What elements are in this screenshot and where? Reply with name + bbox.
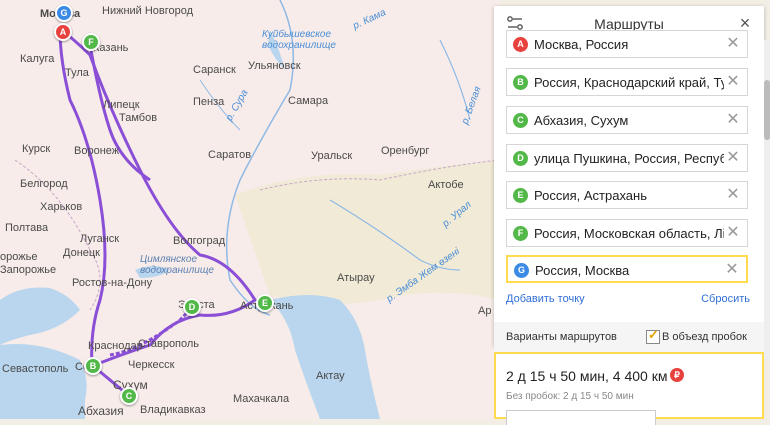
city-nn: Нижний Новгород [102,5,194,17]
river-tsimlyansk2: водохранилище [140,265,214,276]
add-point-link[interactable]: Добавить точку [506,293,585,305]
route-point-a[interactable]: A Москва, Россия ✕ [506,30,748,58]
city-samara: Самара [288,95,329,107]
route-point-f-text[interactable]: Россия, Московская область, Лі [534,226,724,241]
reset-link[interactable]: Сбросить [701,293,750,305]
city-aktau: Актау [316,370,345,382]
city-kaluga: Калуга [20,53,55,65]
route-point-b[interactable]: B Россия, Краснодарский край, Ту ✕ [506,68,748,96]
toll-ruble-icon: ₽ [670,368,684,382]
variants-label: Варианты маршрутов [506,331,617,343]
route-variants-bar: Варианты маршрутов ✓ В объезд пробок [494,322,764,352]
river-kuib: Куйбышевское [262,29,332,40]
city-sevastopol: Севастополь [2,363,69,375]
city-opor: орожье [0,251,38,263]
avoid-traffic-label[interactable]: В объезд пробок [662,331,747,343]
route-point-d-text[interactable]: улица Пушкина, Россия, Респуб [534,151,724,166]
city-belgorod: Белгород [20,178,68,190]
city-atyrau: Атырау [337,272,375,284]
route-result-card[interactable]: 2 д 15 ч 50 мин, 4 400 км ₽ Без пробок: … [494,352,764,425]
river-kuib2: водохранилище [262,40,336,51]
city-kursk: Курск [22,143,51,155]
route-point-g-text[interactable]: Россия, Москва [535,263,725,278]
panel-scrollbar-thumb[interactable] [764,80,770,140]
river-tsimlyansk: Цимлянское [140,254,198,265]
city-penza: Пенза [193,96,225,108]
city-mahachkala: Махачкала [233,393,290,405]
avoid-traffic-checkbox[interactable]: ✓ [646,327,660,344]
city-poltava: Полтава [5,222,49,234]
city-ulyanovsk: Ульяновск [248,60,301,72]
remove-point-a-icon[interactable]: ✕ [725,35,741,53]
city-rostov: Ростов-на-Дону [72,277,153,289]
route-summary: 2 д 15 ч 50 мин, 4 400 км [506,368,668,384]
map-pin-a[interactable]: A [54,23,72,41]
city-krasnodar: Краснодар [88,340,143,352]
checkmark-icon: ✓ [648,327,659,342]
point-badge-e: E [513,188,528,203]
remove-point-f-icon[interactable]: ✕ [725,224,741,242]
city-abhazia: Абхазия [78,404,124,418]
route-panel: Маршруты × A Москва, Россия ✕ B Россия, … [494,6,764,346]
city-saratov: Саратов [208,149,252,161]
point-badge-a: A [513,37,528,52]
route-point-a-text[interactable]: Москва, Россия [534,37,724,52]
point-badge-g: G [514,263,529,278]
city-donetsk: Донецк [63,247,100,259]
city-lipetsk: Липецк [103,99,140,111]
route-point-e[interactable]: E Россия, Астрахань ✕ [506,181,748,209]
remove-point-g-icon[interactable]: ✕ [724,261,740,279]
map-pin-c[interactable]: C [120,387,138,405]
remove-point-e-icon[interactable]: ✕ [725,186,741,204]
map-pin-b[interactable]: B [84,357,102,375]
route-point-g[interactable]: G Россия, Москва ✕ [506,255,748,283]
map-pin-f[interactable]: F [82,33,100,51]
route-point-c-text[interactable]: Абхазия, Сухум [534,113,724,128]
point-badge-d: D [513,151,528,166]
route-point-c[interactable]: C Абхазия, Сухум ✕ [506,106,748,134]
city-volgograd: Волгоград [173,235,226,247]
point-badge-f: F [513,226,528,241]
city-tula: Тула [65,67,89,79]
remove-point-d-icon[interactable]: ✕ [725,149,741,167]
route-point-f[interactable]: F Россия, Московская область, Лі ✕ [506,219,748,247]
city-saransk: Саранск [193,64,236,76]
point-badge-b: B [513,75,528,90]
city-aktobe: Актобе [428,179,464,191]
route-details-button[interactable] [506,410,656,425]
city-orenburg: Оренбург [381,145,430,157]
map-pin-g[interactable]: G [55,4,73,22]
route-point-b-text[interactable]: Россия, Краснодарский край, Ту [534,75,724,90]
city-ar: Ар [478,305,492,317]
point-badge-c: C [513,113,528,128]
city-lugansk: Луганск [80,233,120,245]
city-zaporozhe: Запорожье [0,264,57,276]
remove-point-b-icon[interactable]: ✕ [725,73,741,91]
route-no-traffic: Без пробок: 2 д 15 ч 50 мин [506,391,634,402]
city-cherkessk: Черкесск [128,359,175,371]
map-pin-e[interactable]: E [256,294,274,312]
route-point-e-text[interactable]: Россия, Астрахань [534,188,724,203]
city-stavropol: Ставрополь [138,338,200,350]
remove-point-c-icon[interactable]: ✕ [725,111,741,129]
city-voronezh: Воронеж [74,145,120,157]
map-pin-d[interactable]: D [183,298,201,316]
city-tambov: Тамбов [119,112,158,124]
city-uralsk: Уральск [311,150,353,162]
city-vladikavkaz: Владикавказ [140,404,206,416]
city-harkov: Харьков [40,201,83,213]
route-point-d[interactable]: D улица Пушкина, Россия, Респуб ✕ [506,144,748,172]
